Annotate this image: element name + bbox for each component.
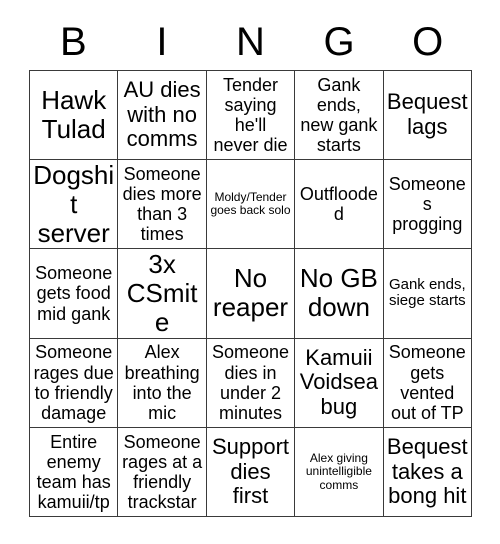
bingo-cell-label: Someone gets food mid gank xyxy=(35,263,113,324)
bingo-cell-r5c4[interactable]: Alex giving unintelligible comms xyxy=(295,427,384,517)
bingo-cell-r3c3[interactable]: No reaper xyxy=(206,249,296,339)
bingo-cell-r1c5[interactable]: Bequest lags xyxy=(383,71,472,161)
header-letter-o: O xyxy=(412,20,444,64)
bingo-cell-r2c5[interactable]: Someones progging xyxy=(383,160,472,250)
bingo-cell-r4c1[interactable]: Someone rages due to friendly damage xyxy=(30,338,119,428)
bingo-cell-r4c2[interactable]: Alex breathing into the mic xyxy=(118,338,207,428)
bingo-cell-label: Someone rages at a friendly trackstar xyxy=(122,431,203,513)
bingo-cell-label: Someone dies more than 3 times xyxy=(122,163,202,245)
bingo-cell-r2c2[interactable]: Someone dies more than 3 times xyxy=(118,160,207,250)
bingo-cell-r1c4[interactable]: Gank ends, new gank starts xyxy=(295,71,384,161)
bingo-cell-label: Someones progging xyxy=(388,174,466,235)
bingo-cell-r2c1[interactable]: Dogshit server xyxy=(30,160,119,250)
bingo-cell-r1c2[interactable]: AU dies with no comms xyxy=(118,71,207,161)
bingo-card: B I N G O Hawk Tulad AU dies with no comm… xyxy=(0,0,500,544)
bingo-cell-r5c3[interactable]: Support dies first xyxy=(206,427,296,517)
bingo-cell-label: Someone rages due to friendly damage xyxy=(33,342,114,423)
header-letter-b: B xyxy=(59,20,87,64)
bingo-cell-r3c2[interactable]: 3x CSmite xyxy=(118,249,207,339)
bingo-header: B I N G O xyxy=(29,14,472,70)
bingo-cell-r4c3[interactable]: Someone dies in under 2 minutes xyxy=(206,338,296,428)
bingo-cell-label: No reaper xyxy=(212,263,289,323)
header-letter-i: I xyxy=(156,20,168,64)
bingo-cell-label: No GB down xyxy=(299,263,378,323)
bingo-cell-r5c5[interactable]: Bequest takes a bong hit xyxy=(383,427,472,517)
bingo-cell-label: Alex breathing into the mic xyxy=(124,342,200,423)
header-letter-n: N xyxy=(236,20,265,64)
bingo-cell-label: Support dies first xyxy=(211,433,290,509)
bingo-cell-label: Someone dies in under 2 minutes xyxy=(211,342,290,423)
bingo-cell-r2c4[interactable]: Outflooded xyxy=(295,160,384,250)
bingo-cell-label: 3x CSmite xyxy=(126,249,198,338)
bingo-cell-label: Outflooded xyxy=(299,184,378,225)
bingo-cell-r1c3[interactable]: Tender saying he'll never die xyxy=(206,71,296,161)
bingo-cell-r3c4[interactable]: No GB down xyxy=(295,249,384,339)
bingo-cell-label: Dogshit server xyxy=(33,160,115,248)
bingo-cell-r5c1[interactable]: Entire enemy team has kamuii/tp xyxy=(30,427,119,517)
bingo-cell-r1c1[interactable]: Hawk Tulad xyxy=(30,71,119,161)
bingo-cell-label: Moldy/Tender goes back solo xyxy=(210,189,291,218)
bingo-cell-label: Bequest lags xyxy=(386,89,468,140)
bingo-cell-r4c5[interactable]: Someone gets vented out of TP xyxy=(383,338,472,428)
bingo-cell-label: Kamuii Voidsea bug xyxy=(299,344,379,419)
bingo-cell-r3c1[interactable]: Someone gets food mid gank xyxy=(30,249,119,339)
bingo-cell-label: Someone gets vented out of TP xyxy=(388,342,466,423)
bingo-cell-label: Bequest takes a bong hit xyxy=(386,433,468,509)
bingo-cell-r2c3[interactable]: Moldy/Tender goes back solo xyxy=(206,160,296,250)
bingo-cell-label: Tender saying he'll never die xyxy=(213,74,288,156)
header-letter-g: G xyxy=(323,20,355,64)
bingo-cell-label: AU dies with no comms xyxy=(123,77,201,152)
bingo-cell-r5c2[interactable]: Someone rages at a friendly trackstar xyxy=(118,427,207,517)
bingo-cell-label: Alex giving unintelligible comms xyxy=(305,450,372,492)
bingo-cell-label: Hawk Tulad xyxy=(41,84,107,145)
bingo-cell-label: Gank ends, siege starts xyxy=(388,275,466,310)
bingo-grid: Hawk Tulad AU dies with no comms Tender sa… xyxy=(29,70,472,517)
bingo-cell-r3c5[interactable]: Gank ends, siege starts xyxy=(383,249,472,339)
bingo-cell-label: Entire enemy team has kamuii/tp xyxy=(36,431,111,513)
bingo-cell-label: Gank ends, new gank starts xyxy=(300,74,378,156)
bingo-cell-r4c4[interactable]: Kamuii Voidsea bug xyxy=(295,338,384,428)
